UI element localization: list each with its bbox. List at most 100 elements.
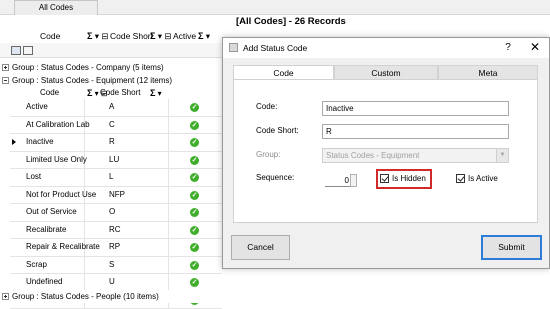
code-short-label: Code Short: [256,126,299,135]
dropdown-arrow-icon: ▾ ⊟ [92,31,108,41]
active-cell[interactable]: ✓ [169,187,222,204]
tab-code[interactable]: Code [233,65,334,80]
code-short-cell[interactable]: U [85,274,169,291]
column-header-code-short-summary[interactable]: Σ ▾ ⊟ [150,29,172,43]
expand-icon[interactable] [2,293,9,300]
active-cell[interactable]: ✓ [169,134,222,151]
table-row[interactable]: ActiveA ✓ [10,99,222,117]
column-header-active-summary[interactable]: Σ ▾ [198,29,210,43]
cancel-button[interactable]: Cancel [231,235,290,260]
close-icon[interactable]: ✕ [528,38,542,57]
group-combo: Status Codes - Equipment ▼ [322,148,509,163]
table-row[interactable]: At Calibration LabC✓ [10,117,222,135]
code-cell[interactable]: Scrap [10,257,85,274]
code-short-cell[interactable]: NFP [85,187,169,204]
tab-strip: All Codes [0,0,550,15]
active-cell[interactable]: ✓ [169,99,222,116]
code-short-cell[interactable]: RC [85,222,169,239]
code-cell[interactable]: Limited Use Only [10,152,85,169]
code-cell[interactable]: Inactive [10,134,85,151]
clear-filter-icon[interactable] [23,46,33,55]
code-cell[interactable]: Out of Service [10,204,85,221]
code-cell[interactable]: Not for Product Use [10,187,85,204]
table-row[interactable]: ScrapS ✓ [10,257,222,275]
code-short-cell[interactable]: C [85,117,169,134]
grid-title: [All Codes] - 26 Records [236,16,346,27]
code-short-cell[interactable]: A [85,99,169,116]
code-short-field[interactable]: R [322,124,509,139]
active-cell[interactable]: ✓ [169,239,222,256]
filter-row [0,43,222,58]
active-check-icon: ✓ [190,156,199,165]
table-row[interactable]: RecalibrateRC✓ [10,222,222,240]
dropdown-arrow-icon: ▾ [203,31,210,41]
active-cell[interactable]: ✓ [169,117,222,134]
collapse-icon[interactable] [2,77,9,84]
active-cell[interactable]: ✓ [169,169,222,186]
active-check-icon: ✓ [190,278,199,287]
code-cell[interactable]: Repair & Recalibrate [10,239,85,256]
code-cell[interactable]: Lost [10,169,85,186]
column-header-code-short[interactable]: Code Short [110,29,153,43]
table-row[interactable]: Repair & RecalibrateRP ✓ [10,239,222,257]
active-cell[interactable]: ✓ [169,274,222,291]
code-short-cell[interactable]: RP [85,239,169,256]
code-short-cell[interactable]: LU [85,152,169,169]
is-active-checkbox[interactable]: Is Active [456,173,498,185]
checkbox-checked-icon[interactable] [456,174,465,183]
dropdown-arrow-icon: ▾ ⊟ [155,31,171,41]
group-label: Group: [256,150,280,159]
tab-meta[interactable]: Meta [438,65,538,80]
tab-all-codes[interactable]: All Codes [14,0,98,15]
active-check-icon: ✓ [190,138,199,147]
help-button[interactable]: ? [502,38,514,58]
active-cell[interactable]: ✓ [169,152,222,169]
add-status-code-dialog: Add Status Code ? ✕ Code Custom Meta Cod… [222,37,550,269]
is-active-label: Is Active [468,174,498,183]
app-icon [229,43,238,52]
table-row[interactable]: InactiveR ✓ [10,134,222,152]
group-row-company[interactable]: Group : Status Codes - Company (5 items) [0,61,222,74]
code-short-cell[interactable]: S [85,257,169,274]
code-short-cell[interactable]: O [85,204,169,221]
sequence-stepper[interactable]: 0 [325,174,357,187]
column-header-code-summary[interactable]: Σ ▾ ⊟ [87,29,109,43]
table-row[interactable]: UndefinedU ✓ [10,274,222,292]
sequence-label: Sequence: [256,173,294,182]
submit-button[interactable]: Submit [481,235,542,260]
group-column-header-code[interactable]: Code [40,87,59,99]
group-column-header-code-short-summary[interactable]: Σ ▾ [150,87,162,99]
group-row-equipment[interactable]: Group : Status Codes - Equipment (12 ite… [0,74,222,87]
group-label: Group : Status Codes - People (10 items) [12,292,159,301]
dialog-titlebar: Add Status Code ? ✕ [223,38,549,58]
group-column-header-code-short[interactable]: Code Short [100,87,140,99]
code-short-cell[interactable]: L [85,169,169,186]
code-cell[interactable]: Active [10,99,85,116]
code-cell[interactable]: At Calibration Lab [10,117,85,134]
group-row-people[interactable]: Group : Status Codes - People (10 items) [0,290,222,303]
code-short-cell[interactable]: R [85,134,169,151]
code-cell[interactable]: Recalibrate [10,222,85,239]
active-check-icon: ✓ [190,243,199,252]
table-row[interactable]: LostL✓ [10,169,222,187]
dropdown-icon: ▼ [496,149,508,162]
edit-filter-icon[interactable] [11,46,21,55]
grid-rows: ActiveA✓At Calibration LabC✓InactiveR✓Li… [10,99,222,309]
group-combo-value: Status Codes - Equipment [326,151,419,160]
active-cell[interactable]: ✓ [169,257,222,274]
active-check-icon: ✓ [190,103,199,112]
table-row[interactable]: Out of ServiceO✓ [10,204,222,222]
column-header-active[interactable]: Active [173,29,196,43]
table-row[interactable]: Not for Product UseNFP✓ [10,187,222,205]
active-cell[interactable]: ✓ [169,222,222,239]
code-field[interactable]: Inactive [322,101,509,116]
column-header-code[interactable]: Code [40,29,60,43]
group-label: Group : Status Codes - Company (5 items) [12,63,164,72]
expand-icon[interactable] [2,64,9,71]
active-check-icon: ✓ [190,261,199,270]
active-cell[interactable]: ✓ [169,204,222,221]
tab-custom[interactable]: Custom [334,65,438,80]
table-row[interactable]: Limited Use OnlyLU ✓ [10,152,222,170]
code-cell[interactable]: Undefined [10,274,85,291]
spin-buttons-icon[interactable] [350,174,357,187]
